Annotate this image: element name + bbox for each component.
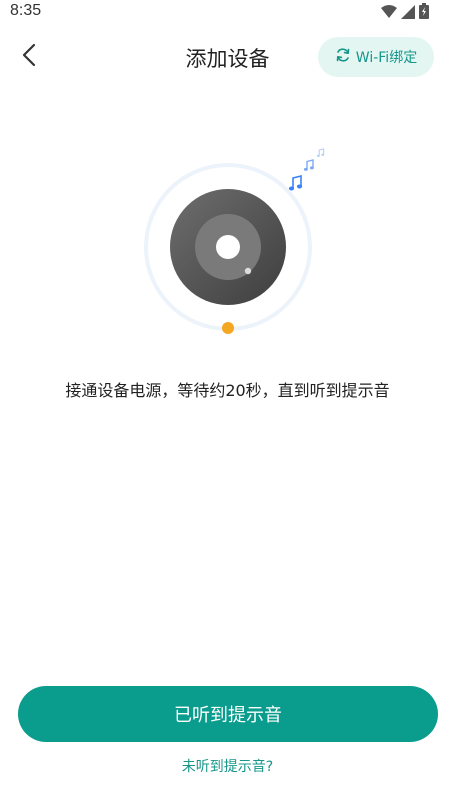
wifi-bind-label: Wi-Fi绑定: [355, 50, 418, 66]
refresh-icon: [335, 47, 351, 67]
heard-prompt-button[interactable]: 已听到提示音: [18, 686, 438, 742]
indicator-dot: [222, 322, 234, 334]
status-time: 8:35: [10, 2, 42, 19]
instruction-text: 接通设备电源，等待约20秒，直到听到提示音: [65, 381, 390, 400]
status-icons: [381, 3, 429, 23]
cell-signal-icon: [401, 4, 415, 23]
battery-icon: [419, 3, 429, 23]
wifi-bind-button[interactable]: Wi-Fi绑定: [318, 37, 434, 77]
speaker-disc-illustration: [144, 148, 325, 334]
not-heard-prompt-link[interactable]: 未听到提示音?: [0, 756, 455, 776]
header: 添加设备 Wi-Fi绑定: [0, 34, 455, 80]
music-notes-icon: [288, 148, 325, 191]
wifi-signal-icon: [381, 4, 397, 23]
status-bar: 8:35: [0, 0, 455, 24]
device-illustration: [0, 140, 455, 350]
